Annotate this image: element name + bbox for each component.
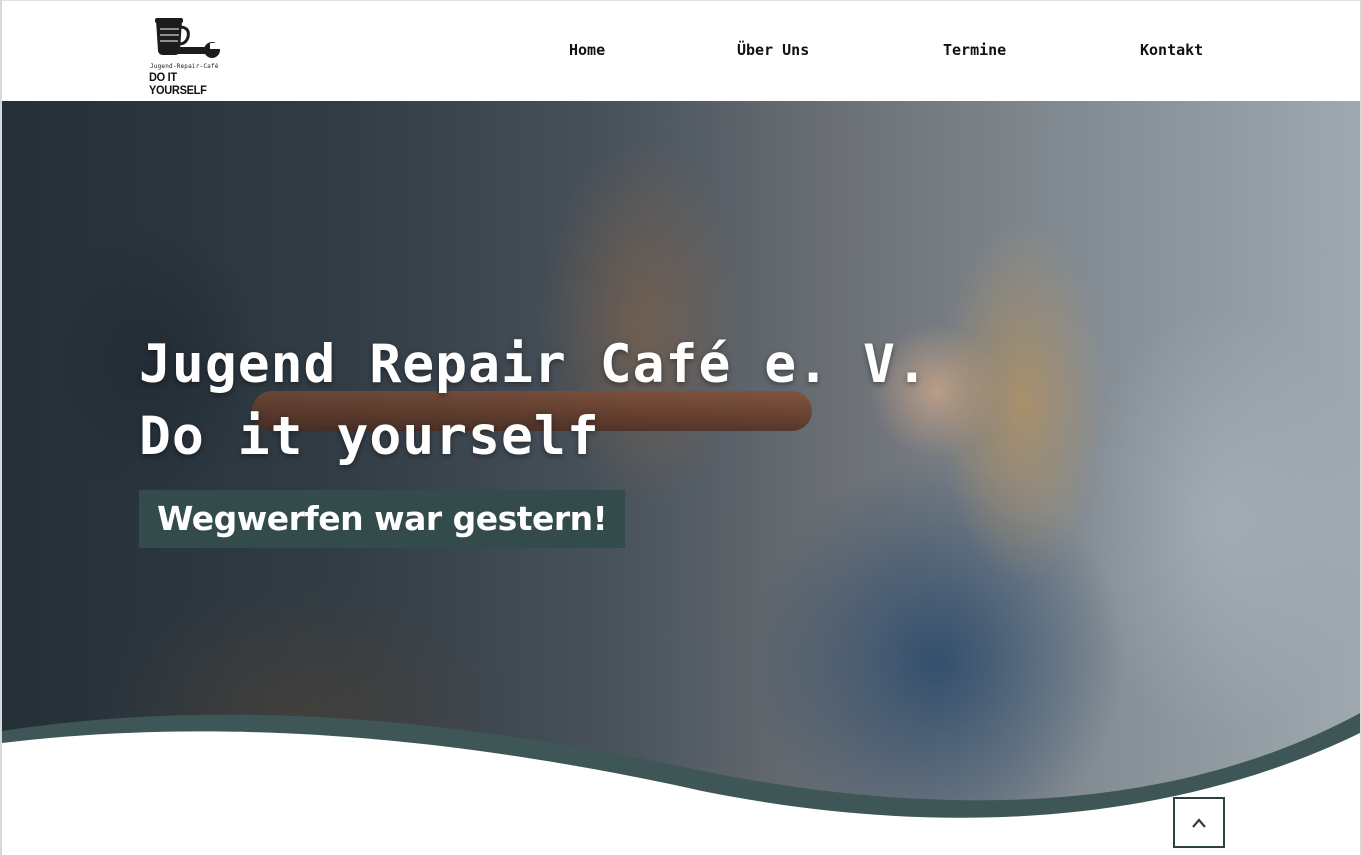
nav-item-kontakt[interactable]: Kontakt — [1140, 41, 1203, 59]
logo-title: DO IT YOURSELF — [149, 71, 207, 98]
hero-title-line-2: Do it yourself — [139, 406, 600, 467]
page: Jugend-Repair-Café DO IT YOURSELF Home Ü… — [0, 0, 1362, 855]
main-nav: Home Über Uns Termine Kontakt — [2, 41, 1360, 61]
hero-section: Jugend Repair Café e. V. Do it yourself … — [2, 101, 1360, 855]
hero-wave-divider — [2, 713, 1360, 855]
hero-title: Jugend Repair Café e. V. Do it yourself — [139, 329, 929, 473]
nav-item-termine[interactable]: Termine — [943, 41, 1006, 59]
site-header: Jugend-Repair-Café DO IT YOURSELF Home Ü… — [2, 0, 1360, 101]
scroll-to-top-button[interactable] — [1173, 797, 1225, 848]
nav-item-home[interactable]: Home — [569, 41, 605, 59]
hero-title-line-1: Jugend Repair Café e. V. — [139, 334, 929, 395]
hero-tagline: Wegwerfen war gestern! — [139, 490, 626, 548]
chevron-up-icon — [1192, 817, 1206, 828]
logo-subtitle: Jugend-Repair-Café — [150, 63, 219, 70]
nav-item-ueber-uns[interactable]: Über Uns — [737, 41, 809, 59]
